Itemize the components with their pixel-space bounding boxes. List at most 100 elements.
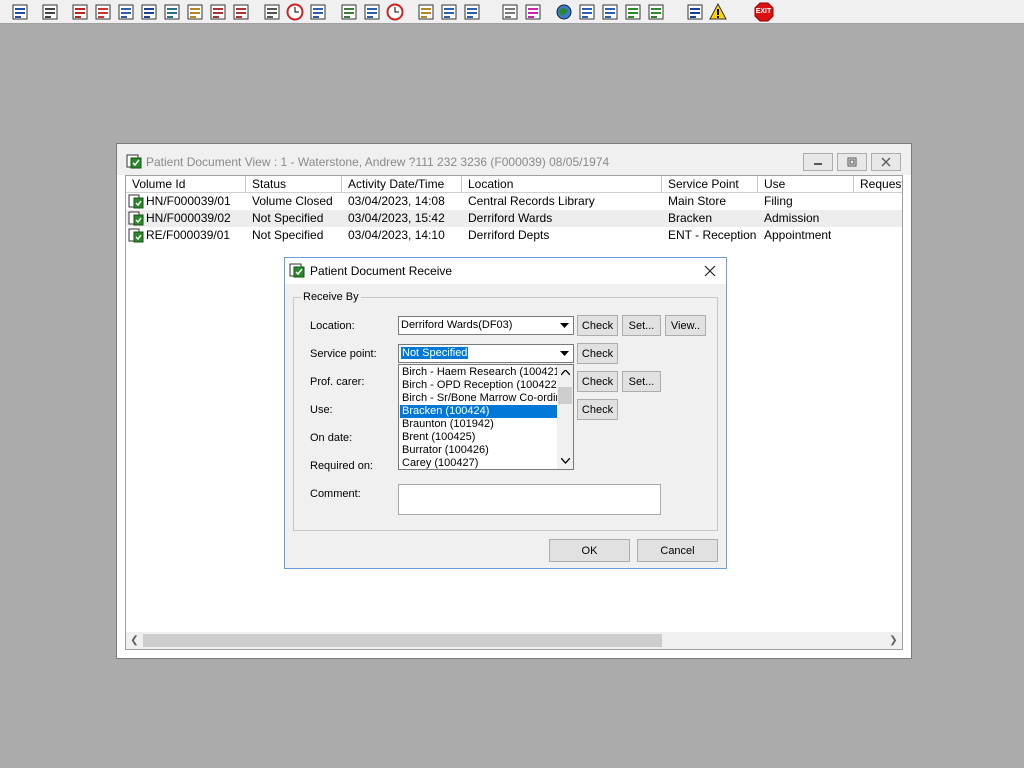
comment-input[interactable] bbox=[398, 484, 661, 515]
column-header-location[interactable]: Location bbox=[462, 176, 662, 192]
table-cell: 03/04/2023, 14:10 bbox=[348, 228, 445, 242]
dropdown-option[interactable]: Birch - Haem Research (100421) bbox=[400, 366, 557, 379]
column-header-volume-id[interactable]: Volume Id bbox=[126, 176, 246, 192]
use-check-button[interactable]: Check bbox=[577, 399, 618, 420]
bar-chart-icon[interactable] bbox=[522, 1, 543, 22]
doc-check-two-icon[interactable] bbox=[599, 1, 620, 22]
dropdown-option[interactable]: Burrator (100426) bbox=[400, 444, 557, 457]
required-on-label: Required on: bbox=[310, 460, 373, 472]
card-arrow-icon[interactable] bbox=[361, 1, 382, 22]
chart-card-icon[interactable] bbox=[338, 1, 359, 22]
table-cell: RE/F000039/01 bbox=[146, 228, 231, 242]
printer-icon[interactable] bbox=[39, 1, 60, 22]
location-label: Location: bbox=[310, 320, 355, 332]
dialog-title: Patient Document Receive bbox=[310, 264, 453, 278]
service-point-combo[interactable]: Not Specified bbox=[398, 344, 574, 363]
table-cell: Filing bbox=[764, 194, 793, 208]
ok-button[interactable]: OK bbox=[549, 539, 630, 562]
dropdown-option[interactable]: Birch - OPD Reception (100422) bbox=[400, 379, 557, 392]
chevron-down-icon[interactable] bbox=[556, 345, 573, 362]
doc-check-icon[interactable] bbox=[576, 1, 597, 22]
doc-green-two-icon[interactable] bbox=[645, 1, 666, 22]
dropdown-scroll-thumb[interactable] bbox=[558, 387, 572, 404]
prof-carer-set-button[interactable]: Set... bbox=[622, 371, 661, 392]
warning-icon[interactable] bbox=[707, 1, 728, 22]
scroll-up-icon[interactable] bbox=[557, 365, 573, 381]
use-label: Use: bbox=[310, 404, 333, 416]
dropdown-option[interactable]: Braunton (101942) bbox=[400, 418, 557, 431]
dropdown-option[interactable]: Birch - Sr/Bone Marrow Co-ordinator bbox=[400, 392, 557, 405]
table-row[interactable]: RE/F000039/01 Not Specified 03/04/2023, 14… bbox=[126, 227, 902, 244]
dropdown-option[interactable]: Bracken (100424) bbox=[400, 405, 557, 418]
patient-document-receive-dialog: Patient Document Receive Receive By Loca… bbox=[284, 257, 727, 569]
table-cell: Bracken bbox=[668, 211, 713, 225]
window-title: Patient Document View : 1 - Waterstone, … bbox=[146, 155, 610, 169]
flag-two-icon[interactable] bbox=[230, 1, 251, 22]
table-cell: HN/F000039/01 bbox=[146, 194, 231, 208]
exit-icon[interactable]: EXIT bbox=[753, 1, 774, 22]
list-header: Volume Id Status Activity Date/Time Loca… bbox=[126, 176, 902, 193]
column-header-requested[interactable]: Requeste bbox=[854, 176, 902, 192]
mail-m-icon[interactable] bbox=[138, 1, 159, 22]
folder-search-icon[interactable] bbox=[261, 1, 282, 22]
service-point-dropdown-list[interactable]: Birch - Haem Research (100421) Birch - OP… bbox=[398, 364, 574, 470]
dropdown-scrollbar[interactable] bbox=[557, 365, 573, 469]
tray-icon[interactable] bbox=[461, 1, 482, 22]
notepad-icon[interactable] bbox=[415, 1, 436, 22]
table-cell: Derriford Depts bbox=[468, 228, 550, 242]
table-row[interactable]: HN/F000039/02 Not Specified 03/04/2023, 15… bbox=[126, 210, 902, 227]
flag-icon[interactable] bbox=[207, 1, 228, 22]
column-header-activity-date[interactable]: Activity Date/Time bbox=[342, 176, 462, 192]
dialog-close-icon[interactable] bbox=[702, 263, 718, 279]
location-value: Derriford Wards(DF03) bbox=[401, 319, 513, 331]
minimize-button[interactable] bbox=[803, 153, 833, 171]
scroll-left-icon[interactable]: ❮ bbox=[126, 632, 143, 649]
dropdown-option[interactable]: Carey (100427) bbox=[400, 457, 557, 469]
location-combo[interactable]: Derriford Wards(DF03) bbox=[398, 316, 574, 335]
table-cell: 03/04/2023, 14:08 bbox=[348, 194, 445, 208]
maximize-button[interactable] bbox=[837, 153, 867, 171]
scroll-thumb[interactable] bbox=[143, 634, 662, 647]
report-icon[interactable] bbox=[115, 1, 136, 22]
column-header-use[interactable]: Use bbox=[758, 176, 854, 192]
location-check-button[interactable]: Check bbox=[577, 315, 618, 336]
close-window-button[interactable] bbox=[871, 153, 901, 171]
doctor-icon[interactable] bbox=[161, 1, 182, 22]
chevron-down-icon[interactable] bbox=[556, 317, 573, 334]
cancel-button[interactable]: Cancel bbox=[637, 539, 718, 562]
transfer-arrows-icon[interactable] bbox=[684, 1, 705, 22]
table-cell: Volume Closed bbox=[252, 194, 333, 208]
dropdown-option[interactable]: Brent (100425) bbox=[400, 431, 557, 444]
table-cell: Central Records Library bbox=[468, 194, 595, 208]
blank-page-icon[interactable] bbox=[499, 1, 520, 22]
document-view-icon bbox=[126, 153, 142, 172]
ambulance-icon[interactable] bbox=[438, 1, 459, 22]
monitor-icon[interactable] bbox=[307, 1, 328, 22]
table-cell: ENT - Reception bbox=[668, 228, 757, 242]
location-view-button[interactable]: View.. bbox=[665, 315, 706, 336]
table-cell: Admission bbox=[764, 211, 820, 225]
table-cell: HN/F000039/02 bbox=[146, 211, 231, 225]
location-set-button[interactable]: Set... bbox=[622, 315, 661, 336]
edit-document-icon[interactable] bbox=[92, 1, 113, 22]
service-point-check-button[interactable]: Check bbox=[577, 343, 618, 364]
time-circle-icon[interactable] bbox=[384, 1, 405, 22]
table-cell: Not Specified bbox=[252, 211, 324, 225]
scroll-down-icon[interactable] bbox=[557, 453, 573, 469]
prof-carer-check-button[interactable]: Check bbox=[577, 371, 618, 392]
comment-label: Comment: bbox=[310, 488, 361, 500]
user-icon[interactable] bbox=[9, 1, 30, 22]
doc-green-icon[interactable] bbox=[622, 1, 643, 22]
book-red-icon[interactable] bbox=[69, 1, 90, 22]
column-header-service-point[interactable]: Service Point bbox=[662, 176, 758, 192]
horizontal-scrollbar[interactable]: ❮ ❯ bbox=[126, 632, 902, 649]
globe-icon[interactable] bbox=[553, 1, 574, 22]
notes-icon[interactable] bbox=[184, 1, 205, 22]
table-row[interactable]: HN/F000039/01 Volume Closed 03/04/2023, 14… bbox=[126, 193, 902, 210]
clock-icon[interactable] bbox=[284, 1, 305, 22]
scroll-right-icon[interactable]: ❯ bbox=[885, 632, 902, 649]
window-title-bar: Patient Document View : 1 - Waterstone, … bbox=[117, 144, 911, 175]
service-point-value: Not Specified bbox=[401, 347, 469, 359]
column-header-status[interactable]: Status bbox=[246, 176, 342, 192]
table-cell: Main Store bbox=[668, 194, 727, 208]
